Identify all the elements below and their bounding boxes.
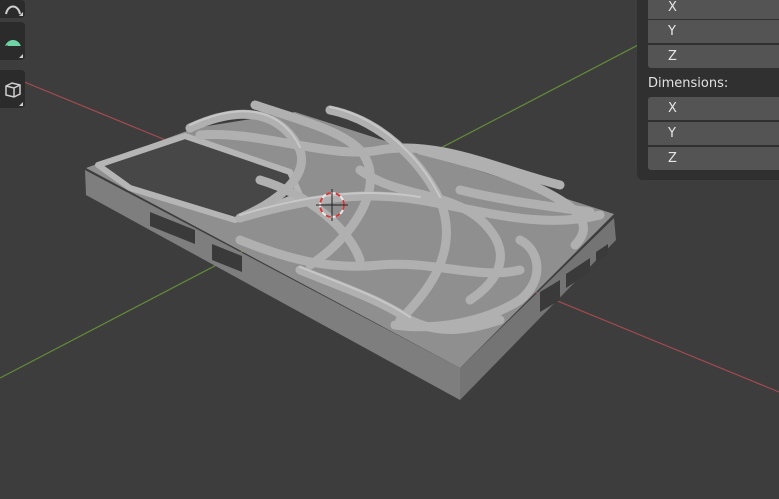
curve-tool-button[interactable] xyxy=(0,0,25,18)
dimensions-z-field[interactable]: Z xyxy=(648,147,779,170)
protractor-icon xyxy=(4,40,21,48)
add-cube-tool-button[interactable] xyxy=(0,70,25,108)
cube-icon xyxy=(4,82,21,98)
scale-x-field[interactable]: X xyxy=(648,0,779,19)
phone-case-mesh[interactable] xyxy=(85,100,616,400)
dimensions-y-field[interactable]: Y xyxy=(648,122,779,145)
dimensions-x-field[interactable]: X xyxy=(648,97,779,120)
transform-panel: X Y Z Dimensions: X Y Z xyxy=(637,0,779,180)
measure-tool-button[interactable] xyxy=(0,22,25,60)
scale-y-field[interactable]: Y xyxy=(648,20,779,43)
dimensions-label: Dimensions: xyxy=(648,76,729,91)
scale-z-field[interactable]: Z xyxy=(648,45,779,68)
